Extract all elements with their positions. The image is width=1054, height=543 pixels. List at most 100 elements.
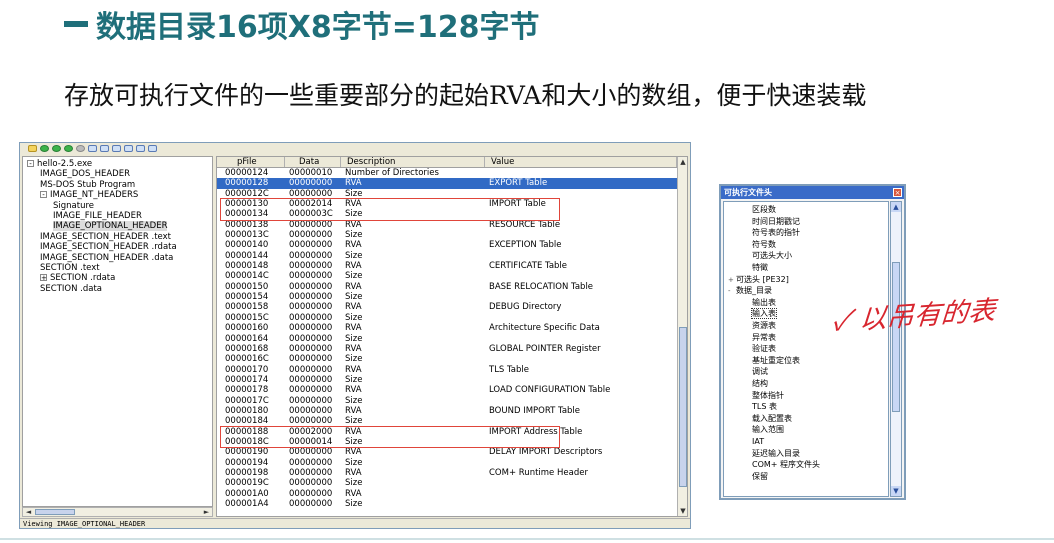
table-row[interactable]: 00000160 00000000 RVA Architecture Specific… — [217, 323, 677, 333]
panel-tree-item[interactable]: 调试 — [752, 366, 768, 377]
table-row[interactable]: 00000150 00000000 RVA BASE RELOCATION Table — [217, 282, 677, 292]
panel-tree-item[interactable]: TLS 表 — [752, 401, 777, 412]
table-row[interactable]: 00000154 00000000 Size — [217, 292, 677, 302]
tree-item[interactable]: + SECTION .rdata — [40, 273, 115, 283]
tree-item[interactable]: IMAGE_DOS_HEADER — [40, 169, 130, 179]
table-row[interactable]: 000001A0 00000000 RVA — [217, 489, 677, 499]
panel-tree-item[interactable]: IAT — [752, 436, 764, 447]
scroll-down-icon[interactable]: ▼ — [678, 506, 687, 516]
tree-item[interactable]: MS-DOS Stub Program — [40, 180, 135, 190]
table-row[interactable]: 0000016C 00000000 Size — [217, 354, 677, 364]
table-row[interactable]: 00000138 00000000 RVA RESOURCE Table — [217, 220, 677, 230]
collapse-icon[interactable]: - — [27, 160, 34, 168]
table-vertical-scrollbar[interactable]: ▲ ▼ — [677, 157, 687, 516]
panel-tree-item[interactable]: 整体指针 — [752, 390, 784, 401]
scroll-down-icon[interactable]: ▼ — [891, 486, 901, 496]
table-row[interactable]: 00000148 00000000 RVA CERTIFICATE Table — [217, 261, 677, 271]
forward-icon[interactable] — [52, 144, 61, 152]
panel-tree-item[interactable]: 特徵 — [752, 262, 768, 273]
table-row[interactable]: 00000140 00000000 RVA EXCEPTION Table — [217, 240, 677, 250]
scroll-thumb[interactable] — [892, 262, 900, 412]
view-icon-1[interactable] — [88, 144, 97, 152]
panel-tree-item[interactable]: 符号数 — [752, 239, 776, 250]
tree-item[interactable]: Signature — [53, 201, 94, 211]
column-header-pfile[interactable]: pFile — [217, 157, 285, 167]
window-icon-1[interactable] — [136, 144, 145, 152]
panel-scrollbar[interactable]: ▲ ▼ — [890, 201, 902, 497]
tree-item[interactable]: SECTION .text — [40, 263, 100, 273]
window-icon-2[interactable] — [148, 144, 157, 152]
panel-tree-item[interactable]: COM+ 程序文件头 — [752, 459, 820, 470]
expand-icon[interactable]: + — [728, 275, 734, 286]
table-row[interactable]: 00000158 00000000 RVA DEBUG Directory — [217, 302, 677, 312]
column-header-description[interactable]: Description — [341, 157, 485, 167]
tree-item[interactable]: IMAGE_SECTION_HEADER .text — [40, 232, 171, 242]
table-row[interactable]: 0000019C 00000000 Size — [217, 478, 677, 488]
panel-tree-item[interactable]: - 数据_目录 — [728, 285, 772, 296]
panel-tree-item[interactable]: 基址重定位表 — [752, 355, 800, 366]
collapse-icon[interactable]: - — [728, 286, 734, 297]
panel-tree-item[interactable]: 载入配置表 — [752, 413, 792, 424]
expand-icon[interactable]: + — [40, 274, 47, 282]
tree-item[interactable]: IMAGE_FILE_HEADER — [53, 211, 142, 221]
panel-tree-item[interactable]: 验证表 — [752, 343, 776, 354]
up-icon[interactable] — [64, 144, 73, 152]
open-folder-icon[interactable] — [28, 144, 37, 152]
table-row[interactable]: 00000124 00000010 Number of Directories — [217, 168, 677, 178]
panel-tree-item[interactable]: 延迟输入目录 — [752, 448, 800, 459]
stop-icon[interactable] — [76, 144, 85, 152]
table-cell: 00000000 — [289, 457, 333, 468]
tree-item[interactable]: SECTION .data — [40, 284, 102, 294]
table-row[interactable]: 00000144 00000000 Size — [217, 251, 677, 261]
panel-tree-item[interactable]: + 可选头 [PE32] — [728, 274, 789, 285]
table-row[interactable]: 00000128 00000000 RVA EXPORT Table — [217, 178, 677, 189]
table-row[interactable]: 00000174 00000000 Size — [217, 375, 677, 385]
panel-tree-item[interactable]: 输入表 — [751, 308, 777, 320]
back-icon[interactable] — [40, 144, 49, 152]
tree-item[interactable]: IMAGE_SECTION_HEADER .rdata — [40, 242, 177, 252]
table-cell: 00000124 — [225, 168, 269, 178]
table-row[interactable]: 00000198 00000000 RVA COM+ Runtime Header — [217, 468, 677, 478]
view-icon-2[interactable] — [100, 144, 109, 152]
panel-tree-item[interactable]: 资源表 — [752, 320, 776, 331]
table-row[interactable]: 0000017C 00000000 Size — [217, 396, 677, 406]
panel-tree-item[interactable]: 区段数 — [752, 204, 776, 215]
table-row[interactable]: 0000015C 00000000 Size — [217, 313, 677, 323]
panel-tree-item[interactable]: 时间日期戳记 — [752, 216, 800, 227]
table-row[interactable]: 00000178 00000000 RVA LOAD CONFIGURATION Ta… — [217, 385, 677, 395]
table-row[interactable]: 0000014C 00000000 Size — [217, 271, 677, 281]
panel-tree-item[interactable]: 输入范围 — [752, 424, 784, 435]
scroll-left-icon[interactable]: ◄ — [24, 508, 33, 516]
tree-item[interactable]: IMAGE_SECTION_HEADER .data — [40, 253, 173, 263]
tree-item[interactable]: IMAGE_OPTIONAL_HEADER — [53, 221, 168, 232]
scroll-up-icon[interactable]: ▲ — [891, 202, 901, 212]
table-row[interactable]: 00000164 00000000 Size — [217, 334, 677, 344]
panel-tree-item[interactable]: 符号表的指针 — [752, 227, 800, 238]
table-row[interactable]: 000001A4 00000000 Size — [217, 499, 677, 509]
tree-horizontal-scrollbar[interactable]: ◄ ► — [22, 507, 213, 517]
close-icon[interactable]: × — [893, 188, 902, 197]
column-header-value[interactable]: Value — [485, 157, 677, 167]
panel-tree-item[interactable]: 结构 — [752, 378, 768, 389]
scroll-up-icon[interactable]: ▲ — [678, 157, 687, 167]
column-header-data[interactable]: Data — [285, 157, 341, 167]
scroll-right-icon[interactable]: ► — [202, 508, 211, 516]
view-icon-3[interactable] — [112, 144, 121, 152]
table-row[interactable]: 00000194 00000000 Size — [217, 458, 677, 468]
view-icon-4[interactable] — [124, 144, 133, 152]
scroll-thumb[interactable] — [679, 327, 687, 487]
collapse-icon[interactable]: - — [40, 191, 47, 199]
table-row[interactable]: 0000013C 00000000 Size — [217, 230, 677, 240]
tree-item[interactable]: - hello-2.5.exe — [27, 159, 92, 169]
table-row[interactable]: 00000190 00000000 RVA DELAY IMPORT Descript… — [217, 447, 677, 457]
panel-tree-item[interactable]: 可选头大小 — [752, 250, 792, 261]
panel-tree-item[interactable]: 输出表 — [752, 297, 776, 308]
table-row[interactable]: 00000180 00000000 RVA BOUND IMPORT Table — [217, 406, 677, 416]
table-row[interactable]: 00000170 00000000 RVA TLS Table — [217, 365, 677, 375]
panel-tree-item[interactable]: 保留 — [752, 471, 768, 482]
scroll-thumb[interactable] — [35, 509, 75, 515]
table-row[interactable]: 00000168 00000000 RVA GLOBAL POINTER Regist… — [217, 344, 677, 354]
tree-item[interactable]: - IMAGE_NT_HEADERS — [40, 190, 138, 200]
panel-tree-item-label: 保留 — [752, 471, 768, 481]
panel-tree-item[interactable]: 异常表 — [752, 332, 776, 343]
